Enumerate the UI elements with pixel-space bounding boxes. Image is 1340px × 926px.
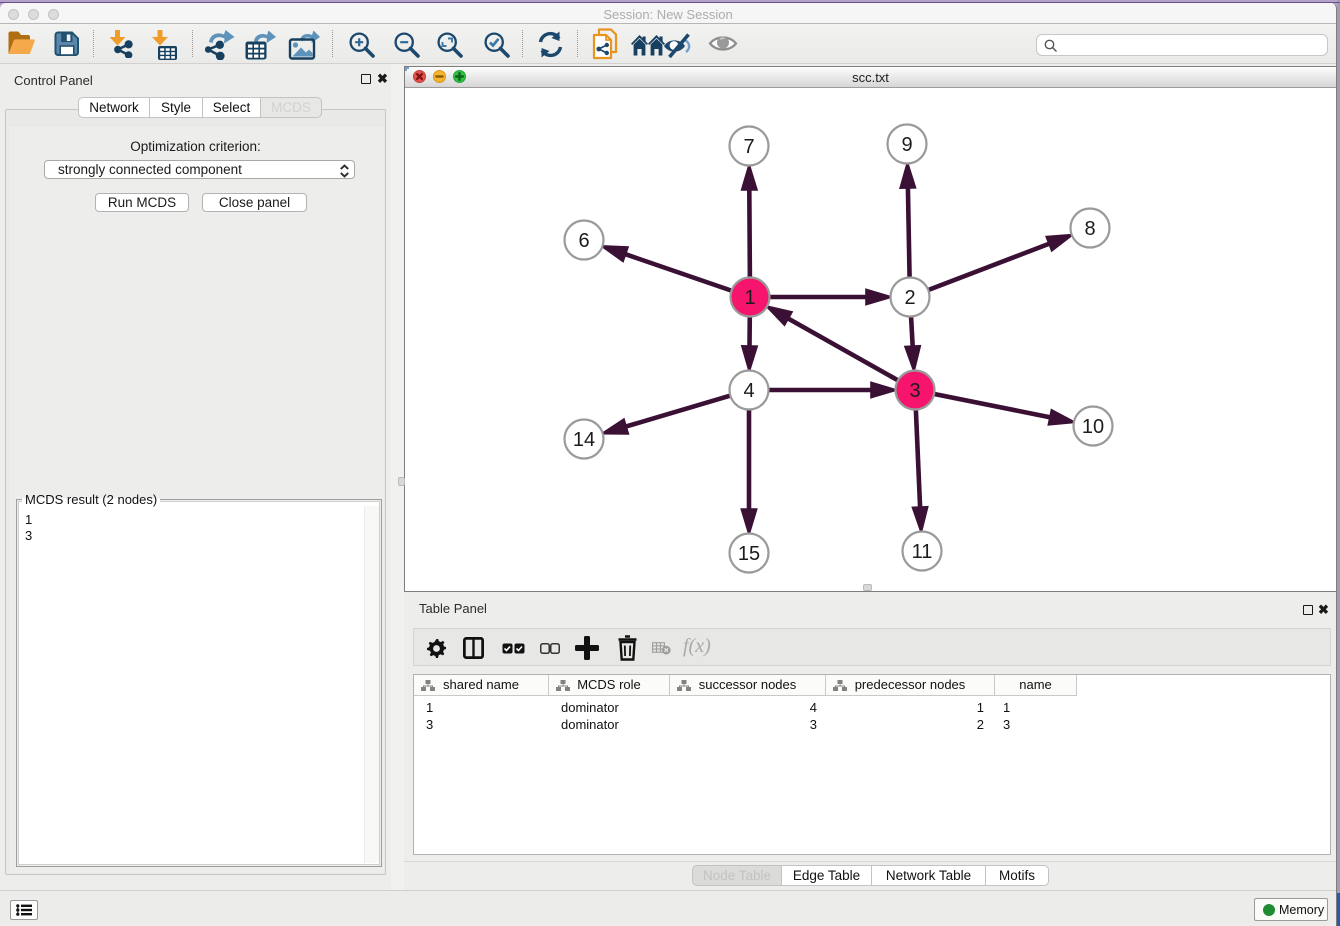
svg-text:10: 10 xyxy=(1082,416,1104,438)
svg-text:15: 15 xyxy=(738,543,760,565)
svg-text:6: 6 xyxy=(578,230,589,252)
svg-text:9: 9 xyxy=(901,134,912,156)
svg-text:11: 11 xyxy=(912,541,933,563)
svg-text:3: 3 xyxy=(909,380,920,402)
svg-text:2: 2 xyxy=(904,287,915,309)
svg-text:1: 1 xyxy=(744,287,755,309)
svg-text:4: 4 xyxy=(743,380,754,402)
svg-text:14: 14 xyxy=(573,429,595,451)
svg-text:7: 7 xyxy=(743,136,754,158)
svg-text:8: 8 xyxy=(1084,218,1095,240)
